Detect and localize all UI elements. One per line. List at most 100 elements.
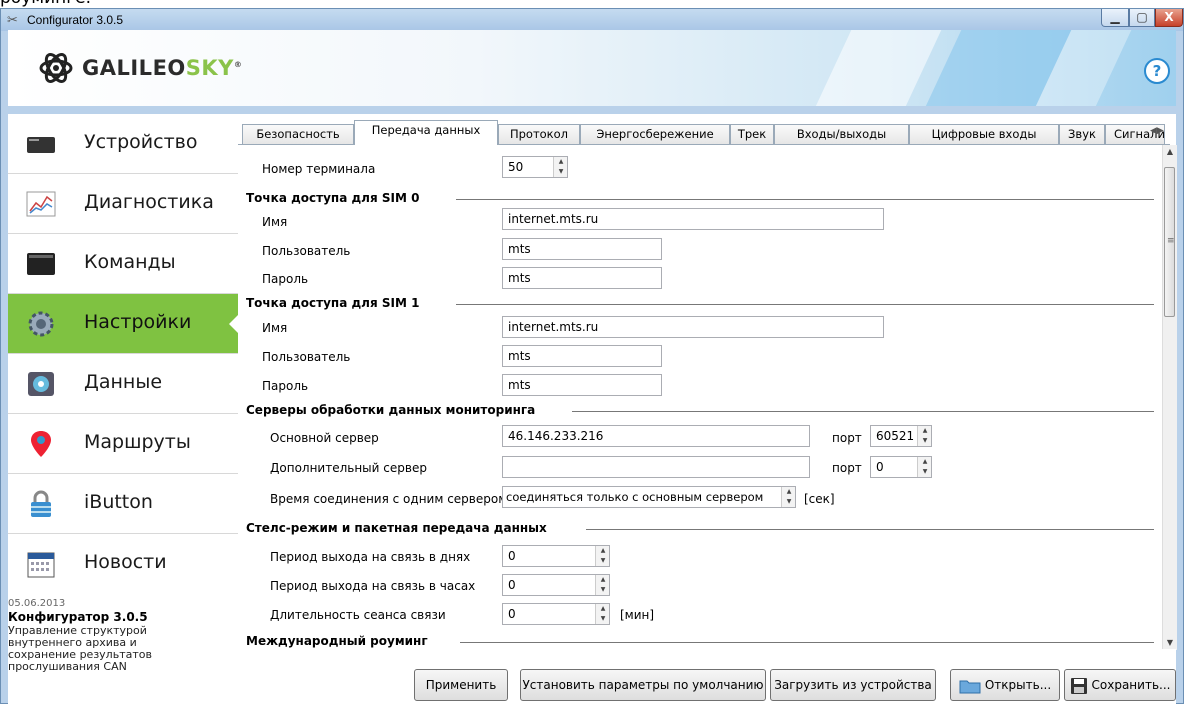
period-days-spinner[interactable]: ▲ ▼ (595, 546, 609, 566)
tab-sound[interactable]: Звук (1059, 124, 1105, 144)
period-hours-value: 0 (508, 578, 516, 592)
vertical-scrollbar[interactable]: ▲ ≡ ▼ (1162, 145, 1177, 650)
sim0-user-input[interactable]: mts (502, 238, 662, 260)
sim0-pass-label: Пароль (262, 272, 309, 286)
device-icon (27, 137, 55, 153)
section-divider (586, 529, 1154, 530)
period-hours-spinner[interactable]: ▲ ▼ (595, 575, 609, 595)
spin-up-icon[interactable]: ▲ (918, 457, 931, 467)
tab-track[interactable]: Трек (730, 124, 774, 144)
bottom-button-bar: Применить Установить параметры по умолча… (238, 649, 1176, 704)
tab-data-transfer[interactable]: Передача данных (354, 120, 498, 145)
spin-up-icon[interactable]: ▲ (596, 546, 609, 556)
session-duration-unit: [мин] (620, 608, 655, 622)
terminal-number-spinner[interactable]: ▲ ▼ (553, 157, 567, 177)
period-hours-input[interactable]: 0 ▲ ▼ (502, 574, 610, 596)
main-port-spinner[interactable]: ▲ ▼ (917, 426, 931, 446)
connection-time-unit: [сек] (804, 492, 835, 506)
defaults-button[interactable]: Установить параметры по умолчанию (520, 669, 766, 701)
spin-up-icon[interactable]: ▲ (782, 487, 795, 497)
sim1-user-label: Пользователь (262, 350, 351, 364)
sidebar-item-settings[interactable]: Настройки (8, 294, 239, 354)
spin-up-icon[interactable]: ▲ (596, 604, 609, 614)
minimize-button[interactable]: ▁ (1101, 9, 1129, 27)
spin-down-icon[interactable]: ▼ (596, 614, 609, 624)
alt-server-label: Дополнительный сервер (270, 461, 427, 475)
session-duration-spinner[interactable]: ▲ ▼ (595, 604, 609, 624)
sim1-user-input[interactable]: mts (502, 345, 662, 367)
connection-time-input[interactable]: соединяться только с основным сервером ▲… (502, 486, 796, 508)
alt-server-input[interactable] (502, 456, 810, 478)
spin-down-icon[interactable]: ▼ (782, 497, 795, 507)
scroll-down-icon[interactable]: ▼ (1163, 636, 1177, 650)
sidebar-item-ibutton[interactable]: iButton (8, 474, 238, 534)
sidebar-item-label: Маршруты (84, 431, 191, 453)
logo-text-part2: SKY (185, 56, 234, 80)
settings-panel: Номер терминала 50 ▲ ▼ Точка доступа для … (238, 145, 1162, 649)
session-duration-input[interactable]: 0 ▲ ▼ (502, 603, 610, 625)
tab-inputs-outputs[interactable]: Входы/выходы (774, 124, 909, 144)
alt-port-input[interactable]: 0 ▲ ▼ (870, 456, 932, 478)
scroll-up-icon[interactable]: ▲ (1163, 145, 1177, 159)
spin-up-icon[interactable]: ▲ (554, 157, 567, 167)
sidebar-item-routes[interactable]: Маршруты (8, 414, 238, 474)
tab-protocol[interactable]: Протокол (498, 124, 580, 144)
sim0-pass-input[interactable]: mts (502, 267, 662, 289)
tab-scroll-arrows[interactable]: ◀▶ (1150, 126, 1164, 136)
sim1-pass-input[interactable]: mts (502, 374, 662, 396)
period-days-input[interactable]: 0 ▲ ▼ (502, 545, 610, 567)
news-date: 05.06.2013 (8, 598, 66, 609)
section-stealth-title: Стелс-режим и пакетная передача данных (246, 521, 547, 535)
close-button[interactable]: X (1155, 9, 1183, 27)
folder-icon (959, 680, 981, 693)
main-server-input[interactable]: 46.146.233.216 (502, 425, 810, 447)
terminal-icon (27, 253, 55, 275)
main-port-input[interactable]: 60521 ▲ ▼ (870, 425, 932, 447)
connection-time-value: соединяться только с основным сервером (506, 490, 764, 504)
section-divider (460, 642, 1154, 643)
galileosky-logo-icon (39, 53, 73, 83)
connection-time-spinner[interactable]: ▲ ▼ (781, 487, 795, 507)
spin-down-icon[interactable]: ▼ (918, 467, 931, 477)
app-tools-icon: ✂ (7, 13, 18, 28)
save-button[interactable]: Сохранить... (1064, 669, 1176, 701)
help-icon[interactable]: ? (1144, 58, 1170, 84)
sidebar-item-device[interactable]: Устройство (8, 114, 238, 174)
maximize-button[interactable]: ▢ (1129, 9, 1155, 27)
spin-down-icon[interactable]: ▼ (596, 585, 609, 595)
main-content: Безопасность Передача данных Протокол Эн… (238, 114, 1177, 704)
connection-time-label: Время соединения с одним сервером (270, 492, 508, 506)
section-divider (456, 199, 1154, 200)
sim0-name-input[interactable]: internet.mts.ru (502, 208, 884, 230)
sim1-name-input[interactable]: internet.mts.ru (502, 316, 884, 338)
open-button[interactable]: Открыть... (950, 669, 1060, 701)
news-title[interactable]: Конфигуратор 3.0.5 (8, 610, 148, 624)
sidebar-item-news[interactable]: Новости (8, 534, 238, 594)
session-duration-value: 0 (508, 607, 516, 621)
sidebar-item-data[interactable]: Данные (8, 354, 238, 414)
spin-down-icon[interactable]: ▼ (554, 167, 567, 177)
tab-security[interactable]: Безопасность (242, 124, 354, 144)
sidebar-item-commands[interactable]: Команды (8, 234, 238, 294)
sidebar-item-label: Данные (84, 371, 163, 393)
tab-power-saving[interactable]: Энергосбережение (580, 124, 730, 144)
spin-down-icon[interactable]: ▼ (596, 556, 609, 566)
tab-digital-inputs[interactable]: Цифровые входы (909, 124, 1059, 144)
period-days-value: 0 (508, 549, 516, 563)
scroll-thumb[interactable]: ≡ (1164, 167, 1175, 317)
sidebar-item-label: Настройки (84, 311, 192, 333)
sim0-user-label: Пользователь (262, 244, 351, 258)
overflow-text: роуминге. (0, 0, 91, 8)
terminal-number-input[interactable]: 50 ▲ ▼ (502, 156, 568, 178)
sidebar-item-label: Команды (84, 251, 176, 273)
sidebar-item-label: iButton (84, 491, 153, 513)
load-from-device-button[interactable]: Загрузить из устройства (770, 669, 936, 701)
sidebar-item-diagnostics[interactable]: Диагностика (8, 174, 238, 234)
alt-port-spinner[interactable]: ▲ ▼ (917, 457, 931, 477)
apply-button[interactable]: Применить (414, 669, 508, 701)
sim0-name-label: Имя (262, 215, 288, 229)
scroll-grip-icon: ≡ (1167, 236, 1175, 246)
spin-down-icon[interactable]: ▼ (918, 436, 931, 446)
spin-up-icon[interactable]: ▲ (918, 426, 931, 436)
spin-up-icon[interactable]: ▲ (596, 575, 609, 585)
